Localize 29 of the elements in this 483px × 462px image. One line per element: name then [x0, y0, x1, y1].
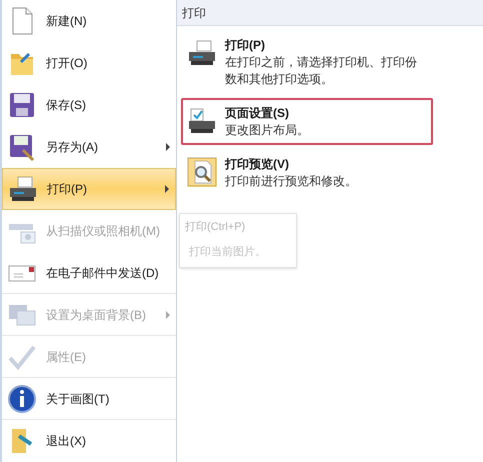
submenu-item[interactable]: 页面设置(S) 更改图片布局。: [181, 98, 433, 145]
submenu-item-title: 打印(P): [225, 37, 266, 54]
menu-item[interactable]: 新建(N): [2, 0, 176, 42]
submenu-item-description: 更改图片布局。: [225, 122, 309, 139]
submenu-item[interactable]: 打印(P) 在打印之前，请选择打印机、打印份数和其他打印选项。: [181, 30, 433, 94]
menu-item[interactable]: 保存(S): [2, 84, 176, 126]
info-icon: [7, 384, 37, 414]
submenu-item[interactable]: 打印预览(V) 打印前进行预览和修改。: [181, 149, 433, 196]
submenu-item-title: 页面设置(S): [225, 105, 290, 122]
printer-checkmark-icon: [187, 106, 217, 136]
tooltip-text: 打印当前图片。: [188, 244, 267, 260]
printer-icon: [187, 38, 217, 68]
submenu-item-description: 打印前进行预览和修改。: [225, 173, 357, 190]
submenu-item-description: 在打印之前，请选择打印机、打印份数和其他打印选项。: [225, 54, 418, 88]
submenu-arrow-icon: [165, 185, 169, 193]
submenu-arrow-icon: [166, 143, 170, 151]
submenu-item-title: 打印预览(V): [225, 156, 290, 173]
menu-item[interactable]: 打开(O): [2, 42, 176, 84]
printer-icon: [8, 174, 38, 204]
magnifier-page-icon: [187, 157, 217, 187]
menu-item[interactable]: 退出(X): [2, 420, 176, 462]
menu-item[interactable]: 在电子邮件中发送(D): [2, 252, 176, 294]
menu-item[interactable]: 关于画图(T): [2, 378, 176, 420]
menu-item[interactable]: 另存为(A): [2, 126, 176, 168]
submenu-header: 打印: [177, 0, 483, 26]
tooltip-title: 打印(Ctrl+P): [185, 220, 246, 235]
submenu-arrow-icon: [166, 310, 170, 318]
menu-item[interactable]: 打印(P): [2, 168, 176, 210]
floppy-disk-pen-icon: [7, 132, 37, 162]
